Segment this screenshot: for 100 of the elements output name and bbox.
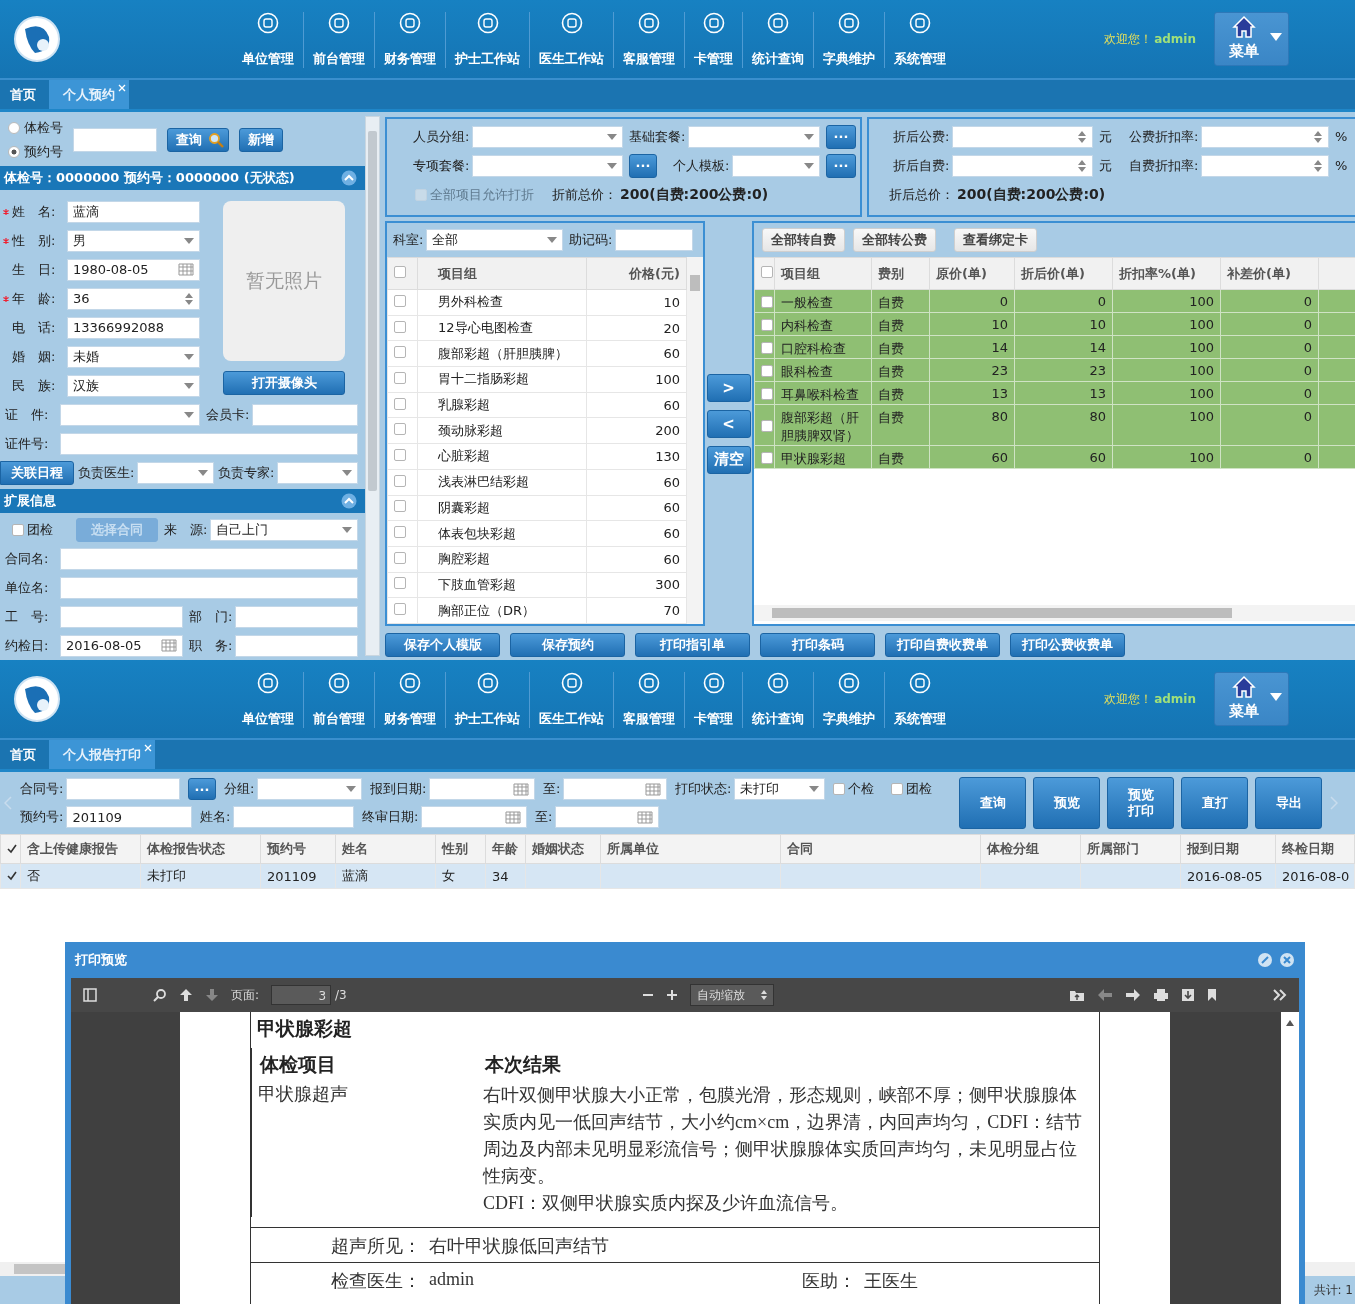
column-header[interactable]: 费别	[871, 257, 930, 290]
nav-menu-item[interactable]: 单位管理	[233, 672, 304, 728]
spinner-arrows-icon[interactable]	[1313, 158, 1323, 173]
calendar-icon[interactable]	[645, 782, 661, 796]
checkbox[interactable]	[891, 783, 903, 795]
action-button[interactable]: 保存个人模版	[385, 633, 500, 657]
nav-menu-item[interactable]: 统计查询	[743, 12, 814, 68]
page-number-field[interactable]: 3	[271, 985, 332, 1005]
checkbox[interactable]	[761, 419, 773, 432]
action-button[interactable]: 保存预约	[510, 633, 625, 657]
search-icon[interactable]	[153, 988, 167, 1002]
checkbox[interactable]	[394, 603, 406, 616]
bookmark-icon[interactable]	[1207, 988, 1217, 1002]
column-header[interactable]: 合同	[780, 834, 981, 864]
dropdown-caret-icon[interactable]	[184, 353, 194, 360]
chevron-right-icon[interactable]	[1330, 796, 1338, 810]
checkbox[interactable]	[394, 474, 406, 487]
dropdown-field[interactable]	[60, 403, 200, 426]
checkbox[interactable]	[394, 551, 406, 564]
calendar-icon[interactable]	[505, 810, 521, 824]
dropdown-field[interactable]	[472, 125, 623, 148]
more-button[interactable]: ···	[629, 153, 657, 178]
checkbox[interactable]	[394, 526, 406, 539]
arrow-left-icon[interactable]	[1097, 988, 1113, 1002]
text-field[interactable]	[66, 778, 180, 800]
column-header[interactable]: 所属部门	[1080, 834, 1181, 864]
nav-menu-item[interactable]: 护士工作站	[446, 672, 530, 728]
nav-menu-item[interactable]: 字典维护	[814, 12, 885, 68]
column-header[interactable]: 所属单位	[600, 834, 781, 864]
folder-icon[interactable]	[1069, 988, 1085, 1002]
action-button[interactable]: 关联日程	[0, 460, 74, 485]
column-header[interactable]: 报到日期	[1180, 834, 1276, 864]
close-icon[interactable]	[118, 84, 126, 92]
checkbox[interactable]	[761, 387, 773, 400]
column-header[interactable]: 项目组	[774, 257, 872, 290]
transfer-button[interactable]: 清空	[706, 445, 751, 474]
more-button[interactable]: ···	[188, 778, 216, 800]
collapse-icon[interactable]	[341, 170, 357, 186]
nav-menu-item[interactable]: 前台管理	[304, 12, 375, 68]
calendar-icon[interactable]	[178, 263, 194, 276]
spinner-arrows-icon[interactable]	[1313, 129, 1323, 144]
nav-menu-item[interactable]: 财务管理	[375, 672, 446, 728]
column-header[interactable]: 年龄	[485, 834, 526, 864]
calendar-icon[interactable]	[161, 639, 177, 652]
checkbox[interactable]	[394, 448, 406, 461]
dropdown-caret-icon[interactable]	[342, 526, 352, 533]
column-header[interactable]: 婚姻状态	[525, 834, 601, 864]
checkbox[interactable]	[761, 341, 773, 354]
dropdown-field[interactable]	[257, 778, 362, 800]
toolbar-button[interactable]: 查看绑定卡	[954, 228, 1037, 252]
date-field[interactable]: 1980-08-05	[67, 258, 200, 281]
dropdown-caret-icon[interactable]	[547, 237, 557, 243]
action-button[interactable]: 导出	[1255, 777, 1322, 829]
checkbox[interactable]	[761, 318, 773, 331]
dropdown-caret-icon[interactable]	[809, 786, 819, 792]
nav-menu-item[interactable]: 护士工作站	[446, 12, 530, 68]
dropdown-field[interactable]	[472, 154, 623, 177]
dropdown-field[interactable]: 男	[67, 229, 200, 252]
dropdown-caret-icon[interactable]	[804, 133, 814, 140]
dropdown-field[interactable]: 未打印	[734, 778, 825, 800]
text-field[interactable]	[60, 605, 183, 628]
dropdown-field[interactable]	[732, 154, 820, 177]
search-button[interactable]: 查询	[167, 128, 229, 152]
column-header[interactable]: 折后价(单)	[1014, 257, 1113, 290]
checkbox[interactable]	[394, 371, 406, 384]
dropdown-caret-icon[interactable]	[184, 411, 194, 418]
checkbox[interactable]	[394, 346, 406, 359]
horizontal-scrollbar[interactable]	[754, 605, 1355, 621]
radio-button[interactable]	[8, 146, 20, 158]
arrow-right-icon[interactable]	[1125, 988, 1141, 1002]
nav-menu-item[interactable]: 前台管理	[304, 672, 375, 728]
nav-menu-item[interactable]: 系统管理	[885, 672, 955, 728]
spinner-arrows-icon[interactable]	[184, 291, 194, 306]
more-button[interactable]: ···	[826, 153, 856, 178]
action-button[interactable]: 直打	[1181, 777, 1248, 829]
checkbox[interactable]	[761, 295, 773, 308]
checkbox[interactable]	[833, 783, 845, 795]
column-header[interactable]: 体检报告状态	[140, 834, 261, 864]
column-header[interactable]: 体检分组	[980, 834, 1081, 864]
column-header[interactable]: 含上传健康报告	[20, 834, 141, 864]
checkbox[interactable]	[394, 423, 406, 436]
action-button[interactable]: 查询	[959, 777, 1026, 829]
number-field[interactable]: 36	[67, 287, 200, 310]
column-header[interactable]: 价格(元)	[586, 257, 687, 290]
text-field[interactable]	[60, 576, 358, 599]
nav-menu-item[interactable]: 单位管理	[233, 12, 304, 68]
vertical-scrollbar[interactable]	[687, 257, 703, 624]
nav-menu-item[interactable]: 卡管理	[685, 12, 743, 68]
action-button[interactable]: 预览	[1033, 777, 1100, 829]
dropdown-caret-icon[interactable]	[198, 469, 208, 476]
close-icon[interactable]	[1279, 952, 1295, 968]
date-field[interactable]: 2016-08-05	[60, 634, 183, 657]
action-button[interactable]: 打印条码	[760, 633, 875, 657]
download-icon[interactable]	[1181, 988, 1195, 1002]
double-chevron-icon[interactable]	[1273, 989, 1287, 1001]
date-field[interactable]	[563, 778, 667, 800]
collapse-icon[interactable]	[341, 493, 357, 509]
column-header[interactable]: 预约号	[260, 834, 336, 864]
action-button[interactable]: 打印公费收费单	[1010, 633, 1125, 657]
number-field[interactable]	[952, 154, 1093, 177]
